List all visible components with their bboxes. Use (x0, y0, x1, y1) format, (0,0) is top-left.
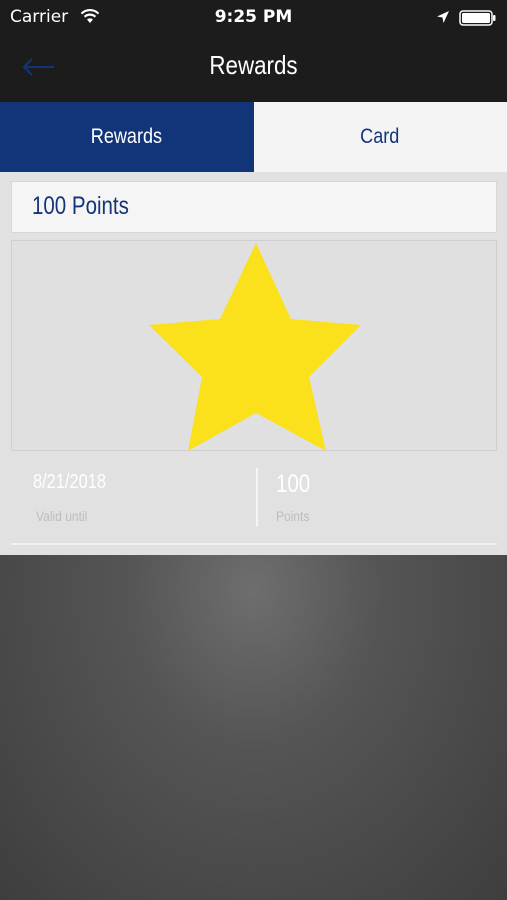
tab-bar: Rewards Card (0, 102, 507, 172)
details-divider (256, 468, 258, 526)
location-arrow-icon (437, 11, 449, 23)
star-icon (149, 243, 361, 450)
battery-icon (459, 10, 496, 26)
tab-card-label: Card (360, 125, 400, 148)
status-bar: Carrier 9:25 PM (0, 0, 507, 36)
tab-rewards-label: Rewards (91, 125, 163, 148)
navigation-bar: Rewards (0, 36, 507, 102)
tab-card[interactable]: Card (253, 102, 507, 172)
valid-until-label: Valid until (36, 508, 88, 524)
page-title: Rewards (209, 50, 298, 80)
reward-details: 8/21/2018 Valid until 100 Points (11, 460, 497, 540)
points-value: 100 (276, 470, 311, 498)
points-label: Points (276, 508, 310, 524)
empty-background (0, 555, 507, 900)
card-bottom-divider (11, 543, 497, 545)
reward-title: 100 Points (32, 192, 129, 220)
reward-header: 100 Points (11, 181, 497, 233)
valid-until-date: 8/21/2018 (33, 471, 106, 493)
tab-rewards[interactable]: Rewards (0, 102, 254, 172)
reward-image (11, 240, 497, 451)
clock: 9:25 PM (214, 7, 293, 27)
reward-card[interactable]: 100 Points 8/21/2018 Valid until 100 Poi… (0, 172, 507, 555)
